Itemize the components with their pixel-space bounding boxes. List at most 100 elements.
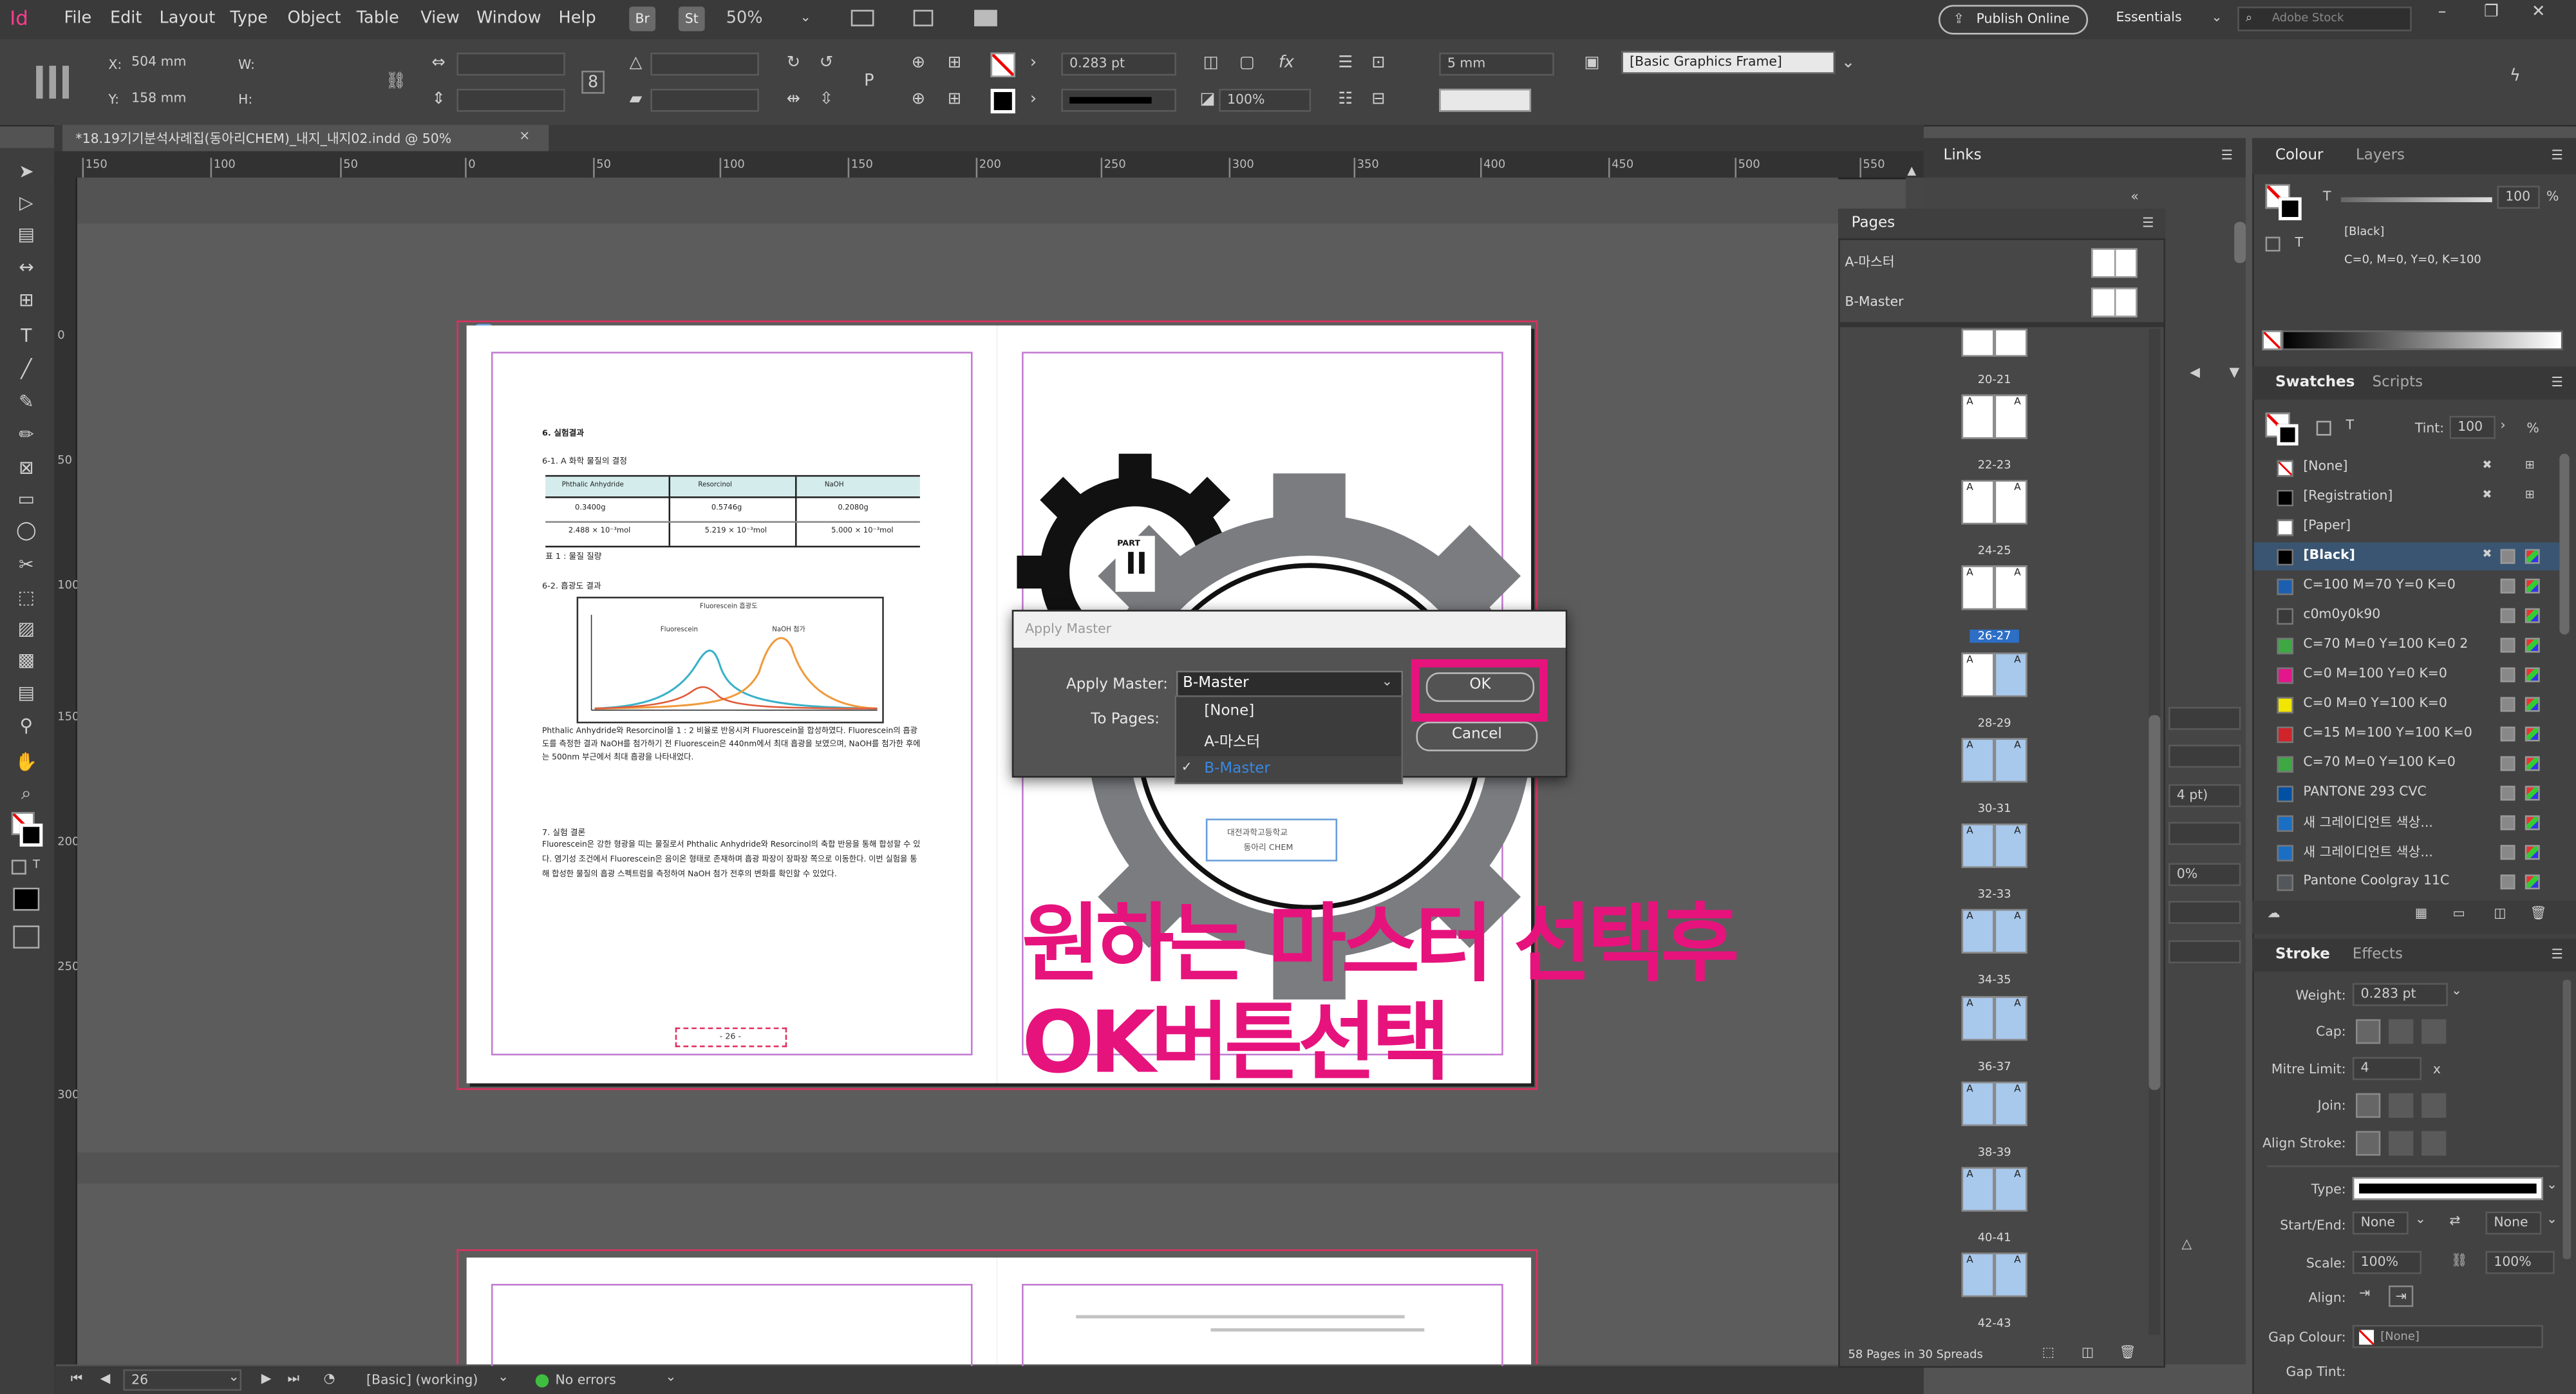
gap-tool-icon[interactable]: ↔	[8, 253, 44, 283]
opacity-field[interactable]: 100%	[1219, 88, 1312, 112]
free-transform-tool-icon[interactable]: ⬚	[8, 583, 44, 613]
gradient-swatch-tool-icon[interactable]: ▨	[8, 615, 44, 645]
swatch-folder-icon[interactable]: ▭	[2453, 906, 2465, 921]
swatch-row[interactable]: C=70 M=0 Y=100 K=0	[2254, 749, 2560, 777]
join-miter-icon[interactable]	[2355, 1093, 2381, 1118]
show-all-swatches-icon[interactable]: ▦	[2415, 906, 2427, 921]
swatch-container-icon[interactable]	[2316, 420, 2331, 436]
drop-shadow-icon[interactable]: ▢	[1236, 53, 1259, 76]
restore-button[interactable]: ❐	[2484, 3, 2499, 21]
swatch-row[interactable]: Pantone Coolgray 11C	[2254, 868, 2560, 896]
mid-field-4[interactable]	[2168, 822, 2241, 845]
delete-swatch-icon[interactable]: 🗑	[2530, 906, 2546, 921]
tool-preview-mode-icon[interactable]	[13, 887, 40, 911]
stroke-colour-box[interactable]	[1439, 88, 1532, 112]
cap-round-icon[interactable]	[2389, 1019, 2414, 1044]
scroll-left-icon[interactable]: ◀	[2190, 365, 2200, 380]
page-thumb-left[interactable]: A	[1961, 1167, 1995, 1212]
content-collector-icon[interactable]: ⊞	[8, 286, 44, 316]
page-thumb-left[interactable]: A	[1961, 996, 1995, 1041]
menu-view[interactable]: View	[420, 10, 460, 28]
dialog-titlebar[interactable]: Apply Master	[1013, 611, 1566, 648]
h-field[interactable]	[258, 89, 373, 112]
stroke-tab[interactable]: Stroke	[2275, 947, 2330, 964]
page-spread-label[interactable]: 32-33	[1962, 888, 2027, 901]
pencil-tool-icon[interactable]: ✏	[8, 421, 44, 451]
cap-butt-icon[interactable]	[2355, 1019, 2381, 1044]
hand-tool-icon[interactable]: ✋	[8, 748, 44, 778]
colour-apply-icon[interactable]	[2265, 236, 2280, 252]
swatch-text-t[interactable]: T	[2346, 417, 2354, 432]
text-wrap-box-icon[interactable]: ⊡	[1367, 53, 1390, 76]
page-spread-label[interactable]: 30-31	[1962, 802, 2027, 815]
mid-field-2[interactable]	[2168, 744, 2241, 768]
select-content-icon[interactable]: ⊕	[907, 89, 930, 112]
page-thumb-right[interactable]: A	[1994, 824, 2027, 869]
fx-icon[interactable]: fx	[1275, 53, 1298, 76]
stock-button[interactable]: St	[678, 6, 705, 32]
swatch-row[interactable]: [Registration] ✖ ⊞	[2254, 484, 2560, 511]
mid-field-5[interactable]: 0%	[2168, 863, 2241, 887]
view-mode-icon[interactable]	[851, 10, 874, 26]
page-spread-label[interactable]: 36-37	[1962, 1060, 2027, 1073]
menu-window[interactable]: Window	[476, 10, 541, 28]
select-container-icon[interactable]: ⊕	[907, 53, 930, 76]
page-thumb-left[interactable]: A	[1961, 738, 1995, 783]
swatch-stroke-icon[interactable]	[2277, 424, 2299, 446]
swatches-tab[interactable]: Swatches	[2275, 375, 2355, 391]
selection-tool-icon[interactable]: ➤	[8, 158, 44, 187]
weight-field[interactable]: 0.283 pt	[2352, 983, 2448, 1006]
page-spread-label[interactable]: 26-27	[1970, 629, 2019, 643]
tool-container-icon[interactable]	[11, 860, 26, 875]
page-dropdown-icon[interactable]: ⌄	[229, 1370, 240, 1384]
mid-field-6[interactable]	[2168, 901, 2241, 924]
swatch-row[interactable]: C=0 M=0 Y=100 K=0	[2254, 690, 2560, 718]
workspace-chevron-icon[interactable]: ⌄	[2211, 10, 2222, 24]
zoom-level[interactable]: 50%	[726, 10, 763, 28]
canvas-scroll-up-icon[interactable]: ▲	[1907, 164, 1916, 177]
preflight-status[interactable]: No errors	[555, 1373, 616, 1388]
swatch-row[interactable]: C=15 M=100 Y=100 K=0	[2254, 720, 2560, 748]
page-thumb-left[interactable]: A	[1961, 824, 1995, 869]
scale-end-field[interactable]: 100%	[2485, 1250, 2555, 1274]
page-tool-icon[interactable]: ▤	[8, 220, 44, 250]
swatch-row[interactable]: 새 그레이디언트 색상...	[2254, 838, 2560, 866]
swatch-row[interactable]: [Black] ✖	[2253, 542, 2560, 570]
gap-field[interactable]: 5 mm	[1439, 52, 1554, 76]
page-spread-label[interactable]: 42-43	[1962, 1317, 2027, 1330]
close-window-button[interactable]: ✕	[2532, 3, 2545, 21]
swatch-row[interactable]: C=0 M=100 Y=0 K=0	[2254, 661, 2560, 688]
swatch-row[interactable]: [Paper]	[2254, 513, 2560, 541]
page-thumb-right[interactable]: A	[1994, 394, 2027, 439]
shear-field[interactable]	[650, 88, 759, 112]
pen-tool-icon[interactable]: ✎	[8, 388, 44, 418]
page-thumb-right[interactable]: A	[1994, 996, 2027, 1041]
scale-y-field[interactable]	[456, 88, 565, 112]
stroke-type-select[interactable]	[2352, 1177, 2543, 1200]
join-round-icon[interactable]	[2389, 1093, 2414, 1118]
colour-stroke-swatch[interactable]	[2279, 197, 2302, 221]
colour-ramp[interactable]	[2282, 330, 2563, 350]
object-style-dropdown[interactable]: [Basic Graphics Frame]	[1621, 51, 1836, 74]
swatch-row[interactable]: 새 그레이디언트 색상...	[2254, 809, 2560, 836]
join-bevel-icon[interactable]	[2421, 1093, 2447, 1118]
page-thumb-left[interactable]: A	[1961, 565, 1995, 610]
ellipse-tool-icon[interactable]: ◯	[8, 516, 44, 546]
colour-panel-menu-icon[interactable]: ☰	[2552, 148, 2563, 163]
align-inside-icon[interactable]	[2389, 1131, 2414, 1156]
page-thumb-left[interactable]: A	[1961, 394, 1995, 439]
rectangle-frame-tool-icon[interactable]: ⊠	[8, 454, 44, 484]
menu-file[interactable]: File	[64, 10, 92, 28]
swatch-row[interactable]: C=100 M=70 Y=0 K=0	[2254, 572, 2560, 599]
mid-field-3[interactable]: 4 pt)	[2168, 784, 2241, 807]
next-spread-left-page[interactable]	[466, 1257, 997, 1383]
fill-none-swatch[interactable]	[990, 52, 1015, 77]
menu-edit[interactable]: Edit	[110, 10, 142, 28]
page-thumb-right[interactable]: A	[1994, 652, 2027, 697]
page-thumb-right[interactable]: A	[1994, 480, 2027, 525]
document-tab-close-icon[interactable]: ×	[519, 128, 530, 143]
screen-mode-icon[interactable]	[913, 10, 934, 26]
type-tool-icon[interactable]: T	[8, 322, 44, 352]
eyedropper-tool-icon[interactable]: ⚲	[8, 711, 44, 741]
swatches-scrollbar[interactable]	[2559, 453, 2570, 635]
